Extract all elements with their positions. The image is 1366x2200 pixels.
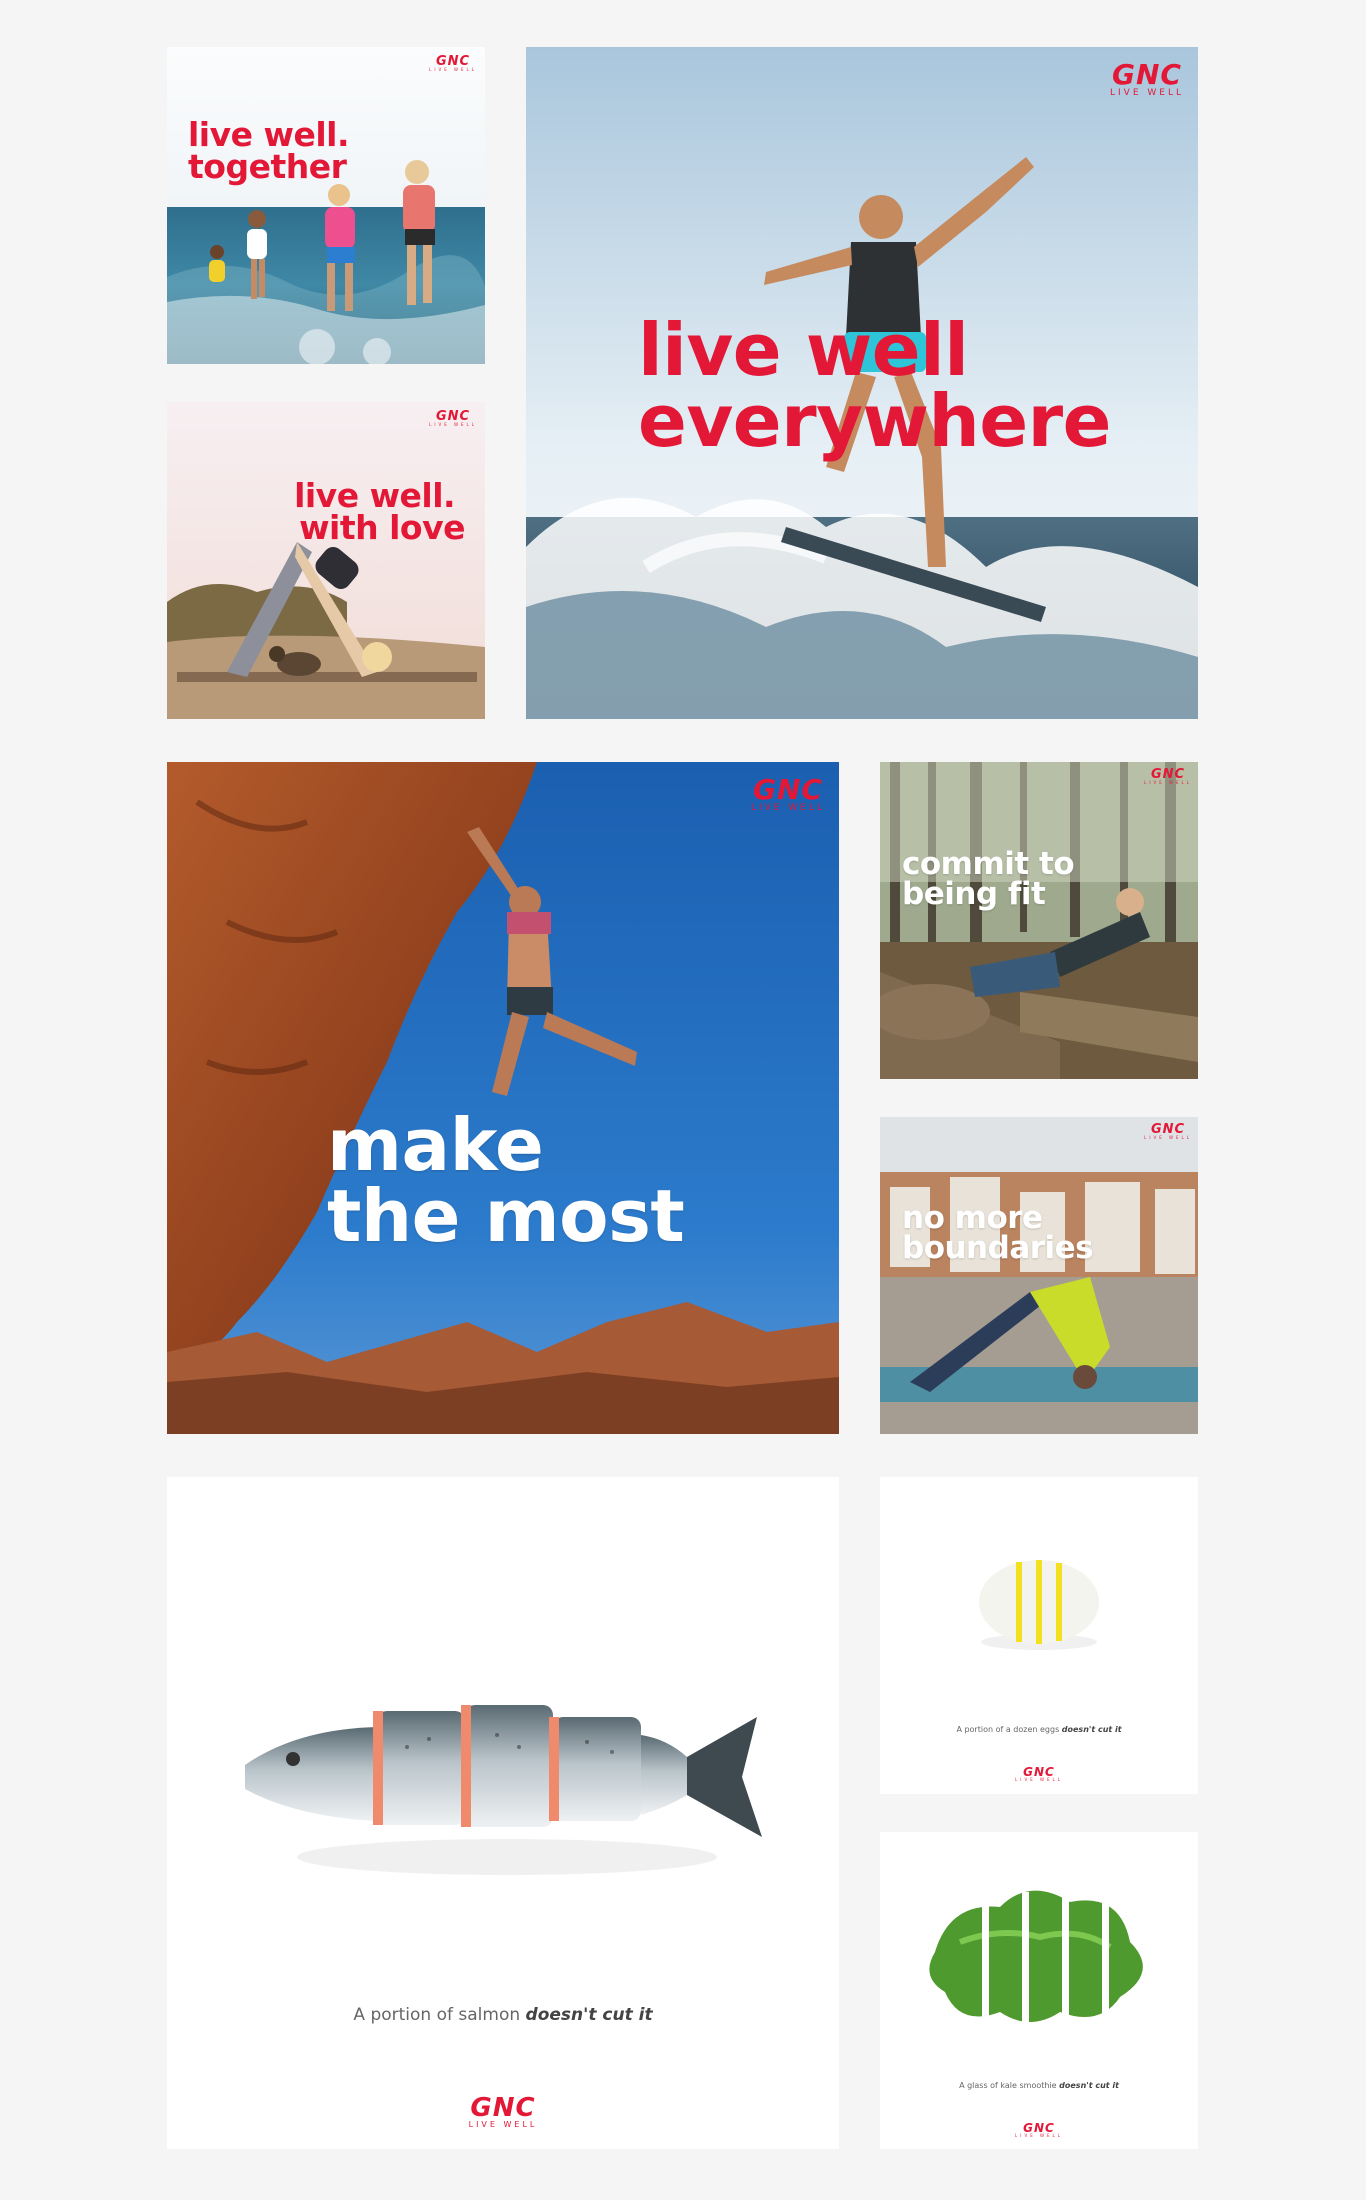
ad-tile-most: GNC LIVE WELL make the most [167,762,839,1434]
ad-headline: live well. with love [294,479,465,548]
gnc-logo-tagline: LIVE WELL [1144,780,1192,785]
ad-headline: live well. together [188,118,350,187]
ad-headline: make the most [327,1103,685,1258]
ad-tile-boundaries: GNC LIVE WELL no more boundaries [880,1117,1198,1434]
headline-line-2: everywhere [638,378,1111,463]
gnc-logo-tagline: LIVE WELL [751,803,825,813]
caption-emphasis: doesn't cut it [1061,1725,1122,1734]
sliced-salmon-illustration [245,1705,762,1875]
forest-workout-photo [880,762,1198,1079]
headline-line-1: commit to [902,846,1075,882]
headline-line-2: boundaries [902,1230,1094,1267]
gnc-logo: GNC LIVE WELL [167,2095,839,2129]
ad-headline: live well everywhere [638,308,1111,463]
caption-emphasis: doesn't cut it [1059,2081,1119,2090]
gnc-logo: GNC LIVE WELL [1144,1123,1192,1140]
headline-line-2: the most [327,1173,685,1258]
gnc-logo-mark: GNC [1112,58,1182,91]
gnc-logo-tagline: LIVE WELL [1015,2133,1063,2138]
ad-headline: no more boundaries [902,1200,1094,1267]
ad-caption: A portion of salmon doesn't cut it [167,2005,839,2025]
ad-tile-everywhere: GNC LIVE WELL live well everywhere [526,47,1198,719]
ad-tile-kale: A glass of kale smoothie doesn't cut it … [880,1832,1198,2149]
ad-tile-love: GNC LIVE WELL live well. with love [167,402,485,719]
caption-plain: A portion of a dozen eggs [956,1725,1060,1734]
beach-family-photo [167,47,485,364]
gnc-logo-tagline: LIVE WELL [429,422,477,427]
gnc-logo-tagline: LIVE WELL [468,2120,538,2129]
gnc-logo: GNC LIVE WELL [429,410,477,427]
caption-plain: A portion of salmon [353,2005,521,2025]
headline-line-2: with love [299,508,465,548]
gnc-logo-mark: GNC [753,773,823,806]
ad-tile-eggs: A portion of a dozen eggs doesn't cut it… [880,1477,1198,1794]
gnc-logo: GNC LIVE WELL [429,55,477,72]
headline-line-1: no more [902,1200,1043,1236]
ad-caption: A glass of kale smoothie doesn't cut it [880,2081,1198,2090]
gnc-logo: GNC LIVE WELL [1110,61,1184,98]
ad-caption: A portion of a dozen eggs doesn't cut it [880,1725,1198,1734]
gnc-logo-tagline: LIVE WELL [1144,1135,1192,1140]
gnc-logo-tagline: LIVE WELL [1110,88,1184,98]
gnc-logo-tagline: LIVE WELL [429,67,477,72]
headline-line-2: together [188,147,347,187]
ad-tile-together: GNC LIVE WELL live well. together [167,47,485,364]
headline-line-1: live well [638,308,969,392]
caption-emphasis: doesn't cut it [525,2005,653,2025]
headline-line-2: being fit [902,876,1046,913]
gnc-logo-tagline: LIVE WELL [1015,1777,1063,1782]
sliced-egg-illustration [979,1560,1099,1650]
yoga-dog-photo [167,402,485,719]
rock-climber-photo [167,762,839,1434]
ad-tile-salmon: A portion of salmon doesn't cut it GNC L… [167,1477,839,2149]
sliced-kale-illustration [929,1890,1143,2032]
gnc-logo: GNC LIVE WELL [1144,768,1192,785]
gnc-logo-mark: GNC [470,2093,536,2123]
gnc-logo: GNC LIVE WELL [880,1766,1198,1782]
ad-tile-commit: GNC LIVE WELL commit to being fit [880,762,1198,1079]
gnc-logo: GNC LIVE WELL [751,776,825,813]
gnc-logo: GNC LIVE WELL [880,2122,1198,2138]
headline-line-1: make [327,1103,544,1187]
caption-plain: A glass of kale smoothie [959,2081,1057,2090]
ad-headline: commit to being fit [902,846,1075,913]
rooftop-yoga-photo [880,1117,1198,1434]
